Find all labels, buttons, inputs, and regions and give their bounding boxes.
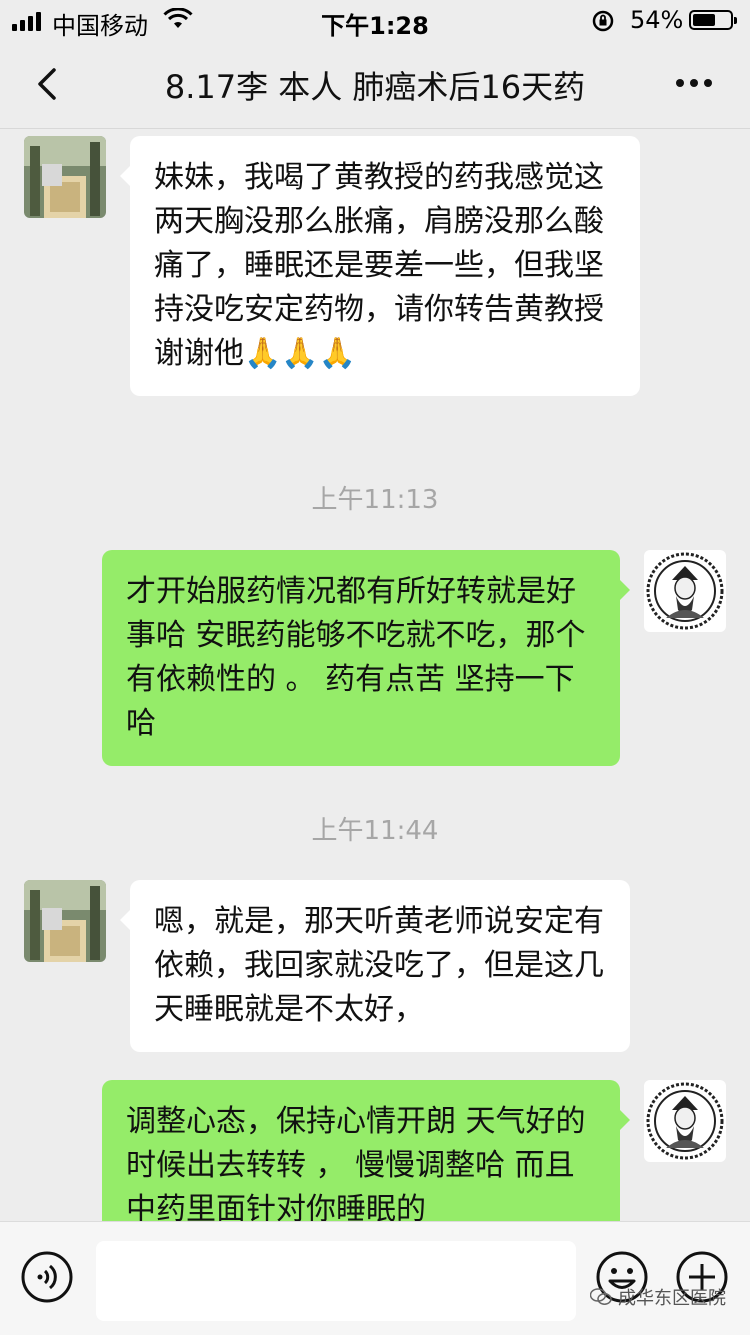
message-list[interactable]: 妹妹，我喝了黄教授的药我感觉这两天胸没那么胀痛，肩膀没那么酸痛了，睡眠还是要差一… [0,129,750,1221]
rotation-lock-icon [592,10,614,32]
watermark: 成华东区医院 [590,1284,726,1310]
message-text: 调整心态，保持心情开朗 天气好的时候出去转转 ， 慢慢调整哈 而且中药里面针对你… [126,1104,586,1221]
message-text: 才开始服药情况都有所好转就是好事哈 安眠药能够不吃就不吃，那个有依赖性的 。 药… [126,574,586,741]
contact-avatar[interactable] [24,136,106,218]
status-bar: 中国移动 下午1:28 54% [0,0,750,40]
message-bubble-incoming[interactable]: 妹妹，我喝了黄教授的药我感觉这两天胸没那么胀痛，肩膀没那么酸痛了，睡眠还是要差一… [120,136,640,396]
message-text: 嗯，就是，那天听黄老师说安定有依赖，我回家就没吃了，但是这几天睡眠就是不太好， [154,904,604,1027]
timestamp: 上午11:44 [311,816,439,846]
more-dots-icon[interactable] [672,68,716,98]
voice-icon[interactable] [20,1250,74,1304]
message-text: 妹妹，我喝了黄教授的药我感觉这两天胸没那么胀痛，肩膀没那么酸痛了，睡眠还是要差一… [154,160,604,371]
chat-title: 8.17李 本人 肺癌术后16天药 [164,68,586,106]
my-avatar[interactable] [644,550,726,632]
input-bar [0,1221,750,1335]
contact-avatar[interactable] [24,880,106,962]
my-avatar[interactable] [644,1080,726,1162]
chevron-left-icon[interactable] [30,64,70,104]
watermark-text: 成华东区医院 [618,1288,726,1309]
message-bubble-outgoing[interactable]: 调整心态，保持心情开朗 天气好的时候出去转转 ， 慢慢调整哈 而且中药里面针对你… [102,1080,630,1221]
message-bubble-outgoing[interactable]: 才开始服药情况都有所好转就是好事哈 安眠药能够不吃就不吃，那个有依赖性的 。 药… [102,550,630,766]
battery-percent: 54% [630,6,684,34]
battery-icon [689,10,737,30]
message-input[interactable] [96,1241,576,1321]
chat-header: 8.17李 本人 肺癌术后16天药 [0,40,750,129]
timestamp: 上午11:13 [311,485,439,515]
message-bubble-incoming[interactable]: 嗯，就是，那天听黄老师说安定有依赖，我回家就没吃了，但是这几天睡眠就是不太好， [120,880,630,1052]
wechat-logo-icon [590,1288,612,1305]
